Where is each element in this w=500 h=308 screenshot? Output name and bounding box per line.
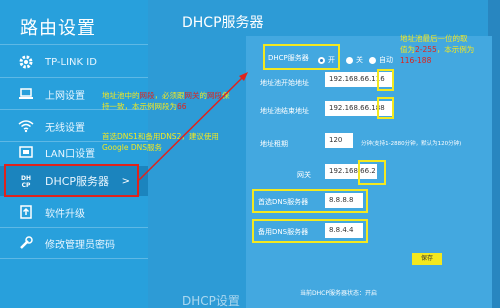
annotation-arrow [138, 72, 248, 181]
